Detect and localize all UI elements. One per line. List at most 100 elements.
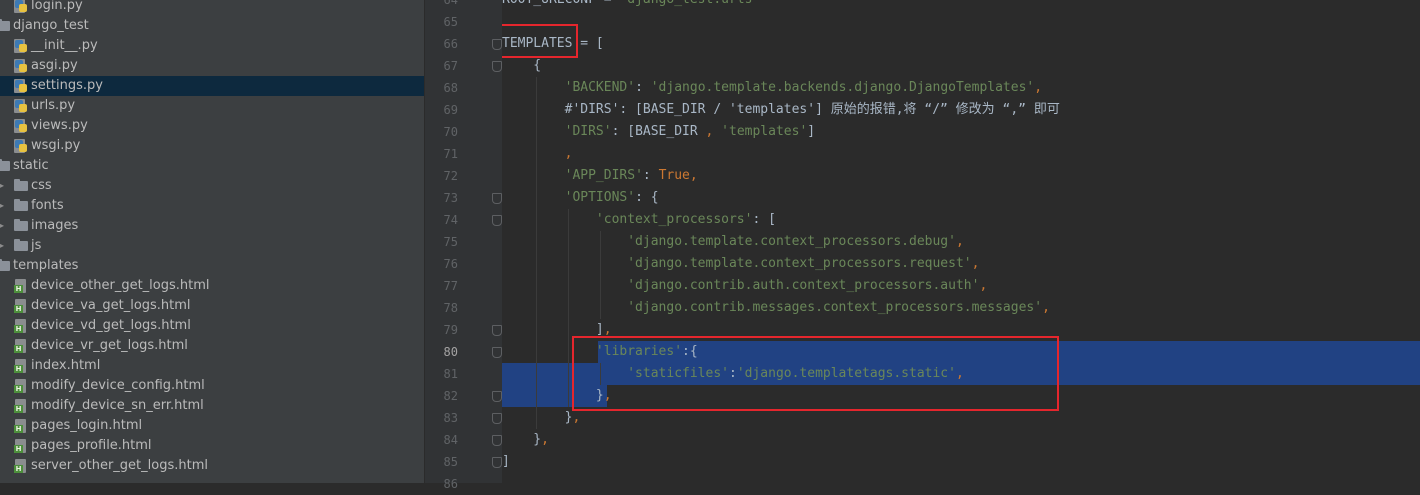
- code-line[interactable]: TEMPLATES = [: [502, 33, 604, 55]
- code-token: 'django.template.context_processors.debu…: [627, 234, 956, 249]
- code-line[interactable]: {: [502, 55, 541, 77]
- chevron-right-icon[interactable]: ▸: [0, 216, 7, 236]
- code-editor[interactable]: ROOT_URLCONF = 'django_test.urls' TEMPLAT…: [502, 0, 1420, 483]
- line-number: 68: [443, 81, 458, 95]
- line-number: 73: [443, 191, 458, 205]
- code-token: 'staticfiles': [627, 366, 729, 381]
- line-number: 66: [443, 37, 458, 51]
- tree-item-templates[interactable]: templates: [0, 256, 424, 276]
- code-line[interactable]: },: [502, 407, 581, 429]
- chevron-right-icon[interactable]: ▸: [0, 176, 7, 196]
- line-number: 67: [443, 59, 458, 73]
- code-token: 'django.template.context_processors.requ…: [627, 256, 972, 271]
- code-line[interactable]: #'DIRS': [BASE_DIR / 'templates'] 原始的报错,…: [502, 99, 1060, 121]
- chevron-right-icon[interactable]: ▸: [0, 196, 7, 216]
- code-token: 'libraries': [595, 344, 683, 359]
- tree-item-images[interactable]: ▸ images: [0, 216, 424, 236]
- tree-item-static[interactable]: static: [0, 156, 424, 176]
- tree-item-django-test[interactable]: django_test: [0, 16, 424, 36]
- line-number: 74: [443, 213, 458, 227]
- code-token: 'DIRS': [564, 124, 612, 139]
- code-token: }: [502, 410, 573, 425]
- fold-marker-icon[interactable]: [492, 193, 502, 204]
- code-line[interactable]: 'staticfiles':'django.templatetags.stati…: [502, 363, 964, 385]
- tree-item-settings-py[interactable]: settings.py: [0, 76, 424, 96]
- code-line[interactable]: ,: [502, 143, 573, 165]
- code-line[interactable]: },: [502, 385, 612, 407]
- fold-marker-icon[interactable]: [492, 325, 502, 336]
- line-number: 83: [443, 411, 458, 425]
- tree-item-css[interactable]: ▸ css: [0, 176, 424, 196]
- code-token: ]: [502, 454, 510, 469]
- code-token: {: [502, 58, 542, 73]
- fold-marker-icon[interactable]: [492, 391, 502, 402]
- python-file-icon: [14, 79, 28, 93]
- html-file-icon: H: [14, 379, 28, 393]
- code-token: ,: [971, 256, 980, 271]
- tree-item-modify-device-sn-err-html[interactable]: Hmodify_device_sn_err.html: [0, 396, 424, 416]
- tree-item-label: asgi.py: [31, 58, 78, 73]
- code-token: ,: [979, 278, 988, 293]
- code-line[interactable]: 'django.contrib.messages.context_process…: [502, 297, 1050, 319]
- fold-marker-icon[interactable]: [492, 347, 502, 358]
- line-number: 72: [443, 169, 458, 183]
- line-number: 69: [443, 103, 458, 117]
- tree-item-init-py[interactable]: __init__.py: [0, 36, 424, 56]
- code-token: ,: [1042, 300, 1050, 315]
- code-line[interactable]: 'BACKEND': 'django.template.backends.dja…: [502, 77, 1042, 99]
- tree-item-device-vd-get-logs-html[interactable]: Hdevice_vd_get_logs.html: [0, 316, 424, 336]
- code-line[interactable]: 'django.template.context_processors.debu…: [502, 231, 964, 253]
- tree-item-pages-login-html[interactable]: Hpages_login.html: [0, 416, 424, 436]
- code-token: 'django.contrib.auth.context_processors.…: [627, 278, 980, 293]
- code-line[interactable]: ROOT_URLCONF = 'django_test.urls': [502, 0, 760, 11]
- tree-item-index-html[interactable]: Hindex.html: [0, 356, 424, 376]
- folder-icon: [14, 219, 28, 231]
- code-token: ROOT_URLCONF =: [502, 0, 619, 7]
- folder-icon: [14, 179, 28, 191]
- code-line[interactable]: },: [502, 429, 549, 451]
- code-token: ,: [1034, 80, 1043, 95]
- code-line[interactable]: 'django.contrib.auth.context_processors.…: [502, 275, 987, 297]
- fold-marker-icon[interactable]: [492, 61, 502, 72]
- chevron-right-icon[interactable]: ▸: [0, 236, 7, 256]
- code-line[interactable]: ]: [502, 451, 510, 473]
- tree-item-modify-device-config-html[interactable]: Hmodify_device_config.html: [0, 376, 424, 396]
- html-file-icon: H: [14, 439, 28, 453]
- fold-marker-icon[interactable]: [492, 413, 502, 424]
- python-file-icon: [14, 139, 28, 153]
- tree-item-label: static: [13, 158, 49, 173]
- tree-item-label: templates: [13, 258, 79, 273]
- tree-item-login-py[interactable]: login.py: [0, 0, 424, 16]
- python-file-icon: [14, 59, 28, 73]
- fold-marker-icon[interactable]: [492, 215, 502, 226]
- html-file-icon: H: [14, 279, 28, 293]
- code-line[interactable]: ],: [502, 319, 612, 341]
- html-file-icon: H: [14, 339, 28, 353]
- tree-item-device-vr-get-logs-html[interactable]: Hdevice_vr_get_logs.html: [0, 336, 424, 356]
- code-line[interactable]: 'OPTIONS': {: [502, 187, 659, 209]
- tree-item-server-other-get-logs-html[interactable]: Hserver_other_get_logs.html: [0, 456, 424, 476]
- fold-marker-icon[interactable]: [492, 457, 502, 468]
- tree-item-pages-profile-html[interactable]: Hpages_profile.html: [0, 436, 424, 456]
- tree-item-wsgi-py[interactable]: wsgi.py: [0, 136, 424, 156]
- tree-item-views-py[interactable]: views.py: [0, 116, 424, 136]
- tree-item-urls-py[interactable]: urls.py: [0, 96, 424, 116]
- line-number: 80: [443, 345, 458, 359]
- code-line[interactable]: 'context_processors': [: [502, 209, 776, 231]
- tree-item-fonts[interactable]: ▸ fonts: [0, 196, 424, 216]
- tree-item-js[interactable]: ▸ js: [0, 236, 424, 256]
- tree-item-device-va-get-logs-html[interactable]: Hdevice_va_get_logs.html: [0, 296, 424, 316]
- tree-item-label: js: [31, 238, 42, 253]
- code-line[interactable]: 'libraries':{: [502, 341, 698, 363]
- tree-item-asgi-py[interactable]: asgi.py: [0, 56, 424, 76]
- code-line[interactable]: 'DIRS': [BASE_DIR , 'templates']: [502, 121, 815, 143]
- code-line[interactable]: 'django.template.context_processors.requ…: [502, 253, 979, 275]
- code-line[interactable]: 'APP_DIRS': True,: [502, 165, 698, 187]
- fold-marker-icon[interactable]: [492, 39, 502, 50]
- tree-item-device-other-get-logs-html[interactable]: Hdevice_other_get_logs.html: [0, 276, 424, 296]
- folder-icon: [0, 259, 10, 271]
- fold-marker-icon[interactable]: [492, 435, 502, 446]
- line-number: 86: [443, 477, 458, 491]
